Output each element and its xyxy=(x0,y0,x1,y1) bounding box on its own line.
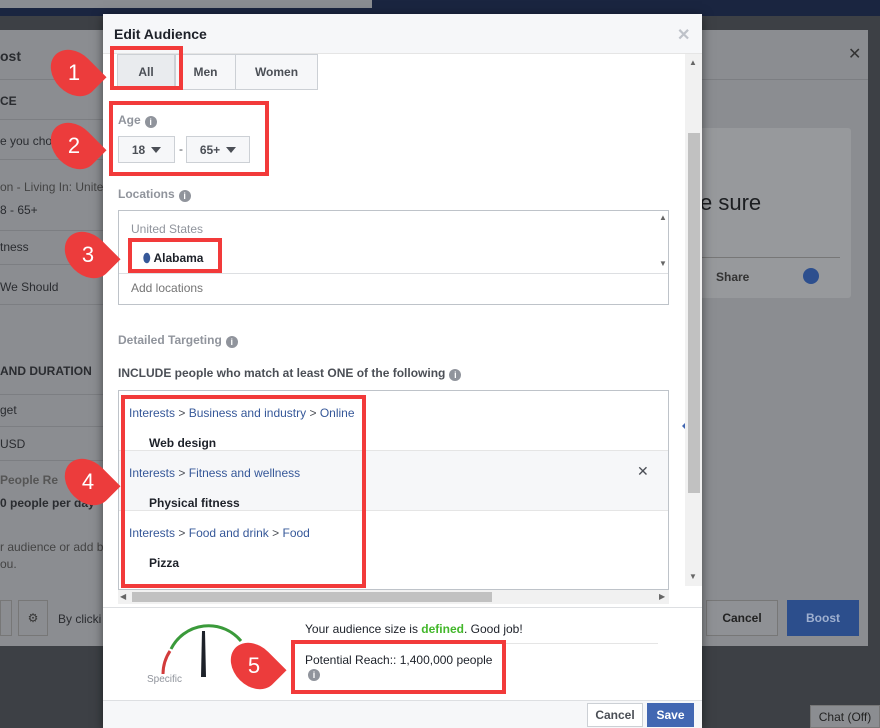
remove-icon[interactable]: ✕ xyxy=(637,463,649,480)
scroll-up-icon[interactable]: ▲ xyxy=(659,213,667,222)
highlight-box-reach xyxy=(291,640,506,694)
audience-hint: r audience or add b xyxy=(0,540,104,554)
modal-title: Edit Audience xyxy=(114,26,207,42)
cancel-button[interactable]: Cancel xyxy=(587,703,643,727)
gender-tab-men[interactable]: Men xyxy=(175,54,236,90)
location-summary: on - Living In: Unite xyxy=(0,180,104,194)
page-avatar-icon[interactable] xyxy=(803,268,819,284)
gauge-label: Specific xyxy=(147,674,183,685)
audience-size-message: Your audience size is defined. Good job! xyxy=(305,622,523,636)
gender-tab-women[interactable]: Women xyxy=(235,54,318,90)
horizontal-scrollbar[interactable]: ◀ ▶ xyxy=(118,590,669,604)
budget-label: get xyxy=(0,403,17,417)
info-icon: i xyxy=(225,336,238,348)
add-locations-input[interactable] xyxy=(131,281,631,295)
boost-dialog-title: ost xyxy=(0,48,21,64)
highlight-box-targeting xyxy=(121,395,366,588)
close-icon[interactable]: ✕ xyxy=(848,44,861,64)
chat-button[interactable]: Chat (Off) xyxy=(810,705,880,728)
currency: USD xyxy=(0,437,26,451)
location-country: United States xyxy=(131,222,204,236)
back-button[interactable] xyxy=(0,600,12,636)
boost-button[interactable]: Boost xyxy=(787,600,859,636)
detailed-targeting-label: Detailed Targeting i xyxy=(118,333,238,348)
scroll-down-icon[interactable]: ▼ xyxy=(659,259,667,268)
interest-summary: tness xyxy=(0,240,29,254)
budget-section: AND DURATION xyxy=(0,364,92,378)
audience-desc: e you cho xyxy=(0,134,53,148)
modal-header: Edit Audience ✕ xyxy=(103,14,702,54)
locations-label: Locations i xyxy=(118,187,191,202)
people-reached-label: People Re xyxy=(0,473,59,487)
info-icon: i xyxy=(449,369,462,381)
include-label: INCLUDE people who match at least ONE of… xyxy=(118,366,462,381)
post-text: e sure xyxy=(700,190,762,215)
vertical-scrollbar[interactable]: ▲ ▼ xyxy=(685,54,702,586)
scrollbar-thumb[interactable] xyxy=(688,133,700,493)
highlight-box-age xyxy=(109,101,269,176)
audience-name: We Should xyxy=(0,280,59,294)
highlight-box-gender xyxy=(110,46,183,90)
info-icon: i xyxy=(178,190,191,202)
highlight-box-location xyxy=(128,238,222,273)
close-icon[interactable]: ✕ xyxy=(677,25,690,45)
post-preview-card: e sure Share xyxy=(700,128,851,298)
audience-hint-2: ou. xyxy=(0,557,17,571)
age-summary: 8 - 65+ xyxy=(0,203,38,217)
terms-text: By clicki xyxy=(58,612,102,626)
gear-icon[interactable]: ⚙ xyxy=(18,600,48,636)
search-bar[interactable] xyxy=(0,0,372,8)
cancel-boost-button[interactable]: Cancel xyxy=(706,600,778,636)
audience-section: CE xyxy=(0,94,17,108)
save-button[interactable]: Save xyxy=(647,703,694,727)
share-button[interactable]: Share xyxy=(716,270,749,284)
